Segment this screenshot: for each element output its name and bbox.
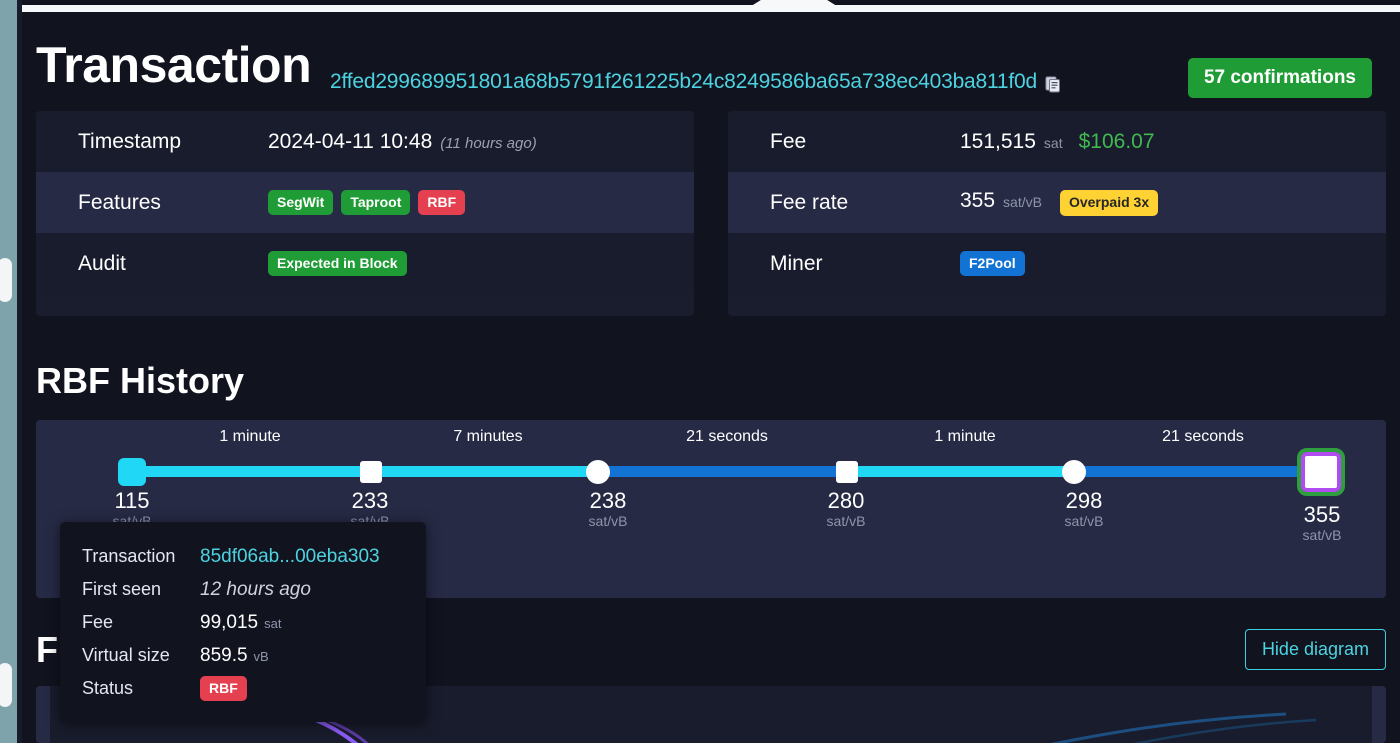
page-header: Transaction 2ffed299689951801a68b5791f26…: [36, 33, 1386, 105]
timeline-node-1[interactable]: [118, 458, 146, 486]
audit-badge[interactable]: Expected in Block: [268, 251, 407, 276]
tooltip-value-transaction[interactable]: 85df06ab...00eba303: [200, 546, 380, 568]
transaction-id[interactable]: 2ffed299689951801a68b5791f261225b24c8249…: [330, 70, 1037, 94]
timeline-rate-3-value: 238: [589, 488, 628, 513]
top-browser-bar: [22, 5, 1400, 12]
timeline-node-5[interactable]: [1062, 460, 1086, 484]
tooltip-value-fee: 99,015: [200, 612, 258, 634]
timestamp-relative: (11 hours ago): [440, 135, 536, 152]
timeline-segment-3: [608, 466, 858, 477]
timeline-segment-4: [852, 466, 1090, 477]
tooltip-row-fee: Fee 99,015 sat: [82, 606, 404, 639]
timeline-rate-1-value: 115: [113, 488, 152, 513]
row-label-features: Features: [78, 191, 268, 215]
rbf-node-tooltip: Transaction 85df06ab...00eba303 First se…: [60, 522, 426, 722]
tooltip-value-virtual-size: 859.5: [200, 645, 248, 667]
timeline-gap-label-2: 7 minutes: [453, 428, 522, 446]
row-value-fee: 151,515 sat $106.07: [960, 130, 1155, 154]
row-miner: Miner F2Pool: [728, 233, 1386, 294]
fee-unit: sat: [1044, 135, 1063, 151]
tooltip-row-virtual-size: Virtual size 859.5 vB: [82, 639, 404, 672]
tooltip-status-badge: RBF: [200, 676, 247, 701]
timeline-rate-2-value: 233: [351, 488, 390, 513]
row-label-timestamp: Timestamp: [78, 130, 268, 154]
browser-viewport: Transaction 2ffed299689951801a68b5791f26…: [0, 0, 1400, 743]
fee-rate-unit: sat/vB: [1003, 194, 1042, 210]
row-label-fee-rate: Fee rate: [770, 191, 960, 215]
timeline-rate-3-unit: sat/vB: [589, 513, 628, 529]
left-edge-rail: [0, 0, 17, 743]
timestamp-value: 2024-04-11 10:48: [268, 130, 432, 154]
timeline-rate-3: 238 sat/vB: [589, 488, 628, 529]
overpaid-badge[interactable]: Overpaid 3x: [1060, 190, 1158, 215]
timeline-rate-4-value: 280: [827, 488, 866, 513]
feature-badge-taproot[interactable]: Taproot: [341, 190, 410, 215]
row-fee-rate: Fee rate 355 sat/vB Overpaid 3x: [728, 172, 1386, 233]
fee-value: 151,515: [960, 130, 1036, 154]
row-label-miner: Miner: [770, 252, 960, 276]
transaction-details-right: Fee 151,515 sat $106.07 Fee rate 355 sat…: [728, 111, 1386, 316]
row-fee: Fee 151,515 sat $106.07: [728, 111, 1386, 172]
tooltip-label-virtual-size: Virtual size: [82, 645, 200, 666]
tooltip-label-status: Status: [82, 678, 200, 699]
timeline-rate-6-unit: sat/vB: [1303, 527, 1342, 543]
row-audit: Audit Expected in Block: [36, 233, 694, 294]
tooltip-value-first-seen: 12 hours ago: [200, 579, 311, 601]
transaction-id-wrap: 2ffed299689951801a68b5791f261225b24c8249…: [330, 70, 1061, 94]
top-browser-tab-notch[interactable]: [748, 0, 840, 8]
timeline-rate-5-unit: sat/vB: [1065, 513, 1104, 529]
timeline-gap-label-5: 21 seconds: [1162, 428, 1244, 446]
row-label-fee: Fee: [770, 130, 960, 154]
timeline-node-final[interactable]: [1301, 452, 1341, 492]
fee-rate-value: 355: [960, 189, 995, 213]
transaction-details-left: Timestamp 2024-04-11 10:48 (11 hours ago…: [36, 111, 694, 316]
rail-handle-bottom[interactable]: [0, 663, 12, 707]
timeline-rate-5-value: 298: [1065, 488, 1104, 513]
miner-badge[interactable]: F2Pool: [960, 251, 1025, 276]
tooltip-label-first-seen: First seen: [82, 579, 200, 600]
timeline-segment-5: [1084, 466, 1326, 477]
tooltip-row-first-seen: First seen 12 hours ago: [82, 573, 404, 606]
fee-fiat: $106.07: [1079, 130, 1155, 154]
timeline-rate-4-unit: sat/vB: [827, 513, 866, 529]
tooltip-row-status: Status RBF: [82, 672, 404, 705]
row-value-timestamp: 2024-04-11 10:48 (11 hours ago): [268, 130, 537, 154]
transaction-summary-panels: Timestamp 2024-04-11 10:48 (11 hours ago…: [36, 111, 1386, 316]
rail-handle-top[interactable]: [0, 258, 12, 302]
feature-badge-rbf[interactable]: RBF: [418, 190, 465, 215]
timeline-segment-1: [132, 466, 382, 477]
confirmations-badge: 57 confirmations: [1188, 58, 1372, 98]
copy-icon[interactable]: [1045, 76, 1061, 93]
row-value-miner: F2Pool: [960, 251, 1025, 276]
row-value-features: SegWit Taproot RBF: [268, 190, 465, 215]
rbf-history-heading: RBF History: [36, 360, 244, 402]
tooltip-label-fee: Fee: [82, 612, 200, 633]
tooltip-unit-fee: sat: [264, 616, 281, 631]
row-features: Features SegWit Taproot RBF: [36, 172, 694, 233]
timeline-node-2[interactable]: [360, 461, 382, 483]
tooltip-label-transaction: Transaction: [82, 546, 200, 567]
row-timestamp: Timestamp 2024-04-11 10:48 (11 hours ago…: [36, 111, 694, 172]
timeline-gap-label-1: 1 minute: [219, 428, 280, 446]
timeline-rate-4: 280 sat/vB: [827, 488, 866, 529]
timeline-node-4[interactable]: [836, 461, 858, 483]
row-label-audit: Audit: [78, 252, 268, 276]
transaction-page: Transaction 2ffed299689951801a68b5791f26…: [22, 17, 1400, 743]
row-value-fee-rate: 355 sat/vB Overpaid 3x: [960, 189, 1158, 215]
timeline-gap-label-3: 21 seconds: [686, 428, 768, 446]
timeline-node-3[interactable]: [586, 460, 610, 484]
row-value-audit: Expected in Block: [268, 251, 407, 276]
timeline-rate-6-value: 355: [1303, 502, 1342, 527]
timeline-rate-6: 355 sat/vB: [1303, 502, 1342, 543]
page-title: Transaction: [36, 40, 311, 90]
tooltip-row-transaction: Transaction 85df06ab...00eba303: [82, 540, 404, 573]
timeline-segment-2: [376, 466, 614, 477]
timeline-gap-label-4: 1 minute: [934, 428, 995, 446]
timeline-rate-5: 298 sat/vB: [1065, 488, 1104, 529]
feature-badge-segwit[interactable]: SegWit: [268, 190, 333, 215]
tooltip-unit-virtual-size: vB: [254, 649, 269, 664]
hide-diagram-button[interactable]: Hide diagram: [1245, 629, 1386, 670]
